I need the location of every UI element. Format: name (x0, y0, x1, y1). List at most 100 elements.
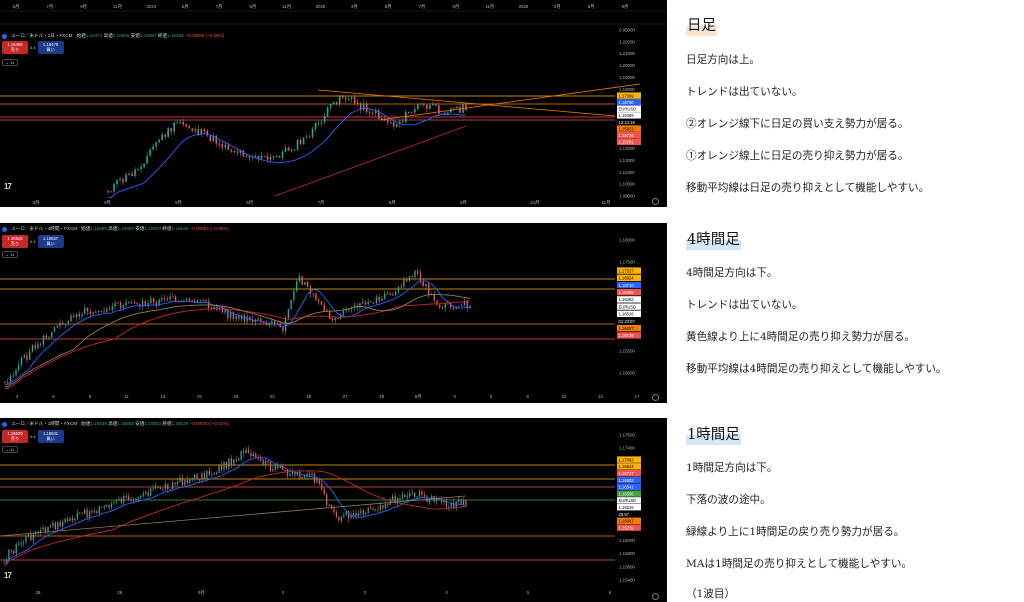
time-axis-label: 29 (379, 394, 384, 399)
candle-body (384, 293, 386, 299)
price-tag-label: 1.15729 (619, 333, 635, 338)
candle-body (345, 511, 347, 515)
h4-chart-canvas[interactable]: 1.180001.175001.170001.165001.160001.155… (0, 223, 667, 403)
candle-body (202, 299, 204, 301)
h1-chart-title[interactable]: ユーロ／米ドル・1時間・FXCM (11, 421, 77, 427)
candle-body (233, 459, 235, 466)
candle-body (439, 304, 441, 308)
candle-body (314, 122, 317, 129)
candle-body (416, 496, 418, 498)
candle-body (247, 449, 250, 453)
candle-body (130, 499, 132, 501)
candle-body (47, 527, 49, 533)
candle-body (211, 474, 213, 476)
h1-buy-button[interactable]: 1.16541 買い (37, 430, 64, 443)
candle-body (174, 296, 177, 302)
candle-body (107, 191, 109, 193)
candle-body (100, 311, 103, 313)
candle-body (79, 512, 81, 514)
price-tag-label: 1.15823 (619, 126, 635, 131)
candle-body (389, 293, 391, 295)
price-axis-label: 1.20000 (619, 63, 635, 68)
candle-body (224, 144, 227, 148)
time-axis-label: 13 (160, 394, 165, 399)
daily-sell-button[interactable]: 1.16459 売り (2, 41, 28, 54)
price-axis-label: 1.17400 (619, 446, 635, 451)
candle-body (206, 470, 208, 480)
candle-body (289, 474, 291, 476)
h1-analysis-line: 1時間足方向は下。 (686, 462, 778, 474)
candle-body (378, 296, 380, 302)
candle-body (209, 135, 212, 142)
price-tag-label: 25:57 (619, 512, 630, 517)
candle-body (311, 128, 314, 138)
candle-body (328, 505, 330, 507)
candle-body (296, 139, 299, 150)
h4-spread: 0.4 (30, 239, 36, 244)
candle-body (103, 311, 105, 313)
gear-icon[interactable] (652, 394, 659, 401)
candle-body (119, 302, 122, 308)
price-axis-label: 1.10000 (619, 182, 635, 187)
candle-body (426, 105, 428, 109)
time-axis-label: 3 (364, 590, 367, 595)
candle-body (321, 483, 323, 489)
gear-icon[interactable] (652, 593, 659, 600)
candle-body (116, 180, 118, 184)
daily-trade-buttons: 1.16459 売り 0.4 1.16479 買い (2, 41, 64, 54)
candle-body (223, 462, 225, 470)
price-tag-label: 1.17099 (619, 93, 635, 98)
candle-body (49, 526, 52, 528)
h4-sell-button[interactable]: 1.16526 売り (2, 235, 28, 248)
time-axis-label: 5 (527, 590, 530, 595)
candle-body (122, 179, 124, 182)
candle-body (400, 286, 402, 288)
symbol-flag-icon (2, 33, 7, 39)
daily-indicator-collapse-button[interactable]: ⌄ 11 (2, 59, 18, 66)
daily-buy-button[interactable]: 1.16479 買い (37, 41, 64, 54)
candle-body (181, 478, 184, 486)
candle-body (152, 488, 154, 490)
h4-indicator-collapse-button[interactable]: ⌄ 11 (2, 251, 18, 258)
h4-chart-panel[interactable]: 1.180001.175001.170001.165001.160001.155… (0, 223, 667, 403)
time-axis-label: 11月 (602, 200, 611, 206)
daily-chart-panel[interactable]: 0.95000 1.22000 1.21000 1.20000 1.19000 1.180… (0, 0, 667, 207)
candle-body (425, 283, 427, 287)
top-time-axis-label: 7月 (419, 4, 426, 10)
h1-chart-panel[interactable]: 1.176001.174001.172001.170001.168001.166… (0, 418, 667, 602)
daily-analysis-line: トレンドは出ていない。 (686, 86, 803, 98)
h1-analysis-line: 下落の波の途中。 (686, 494, 771, 506)
h4-buy-button[interactable]: 1.16537 買い (37, 235, 64, 248)
candle-body (386, 293, 389, 295)
candle-body (179, 121, 182, 123)
candle-body (97, 311, 100, 313)
h1-chart-canvas[interactable]: 1.176001.174001.172001.170001.168001.166… (0, 418, 667, 602)
candle-body (70, 315, 72, 322)
candle-body (338, 96, 341, 105)
candle-body (298, 276, 301, 282)
candle-body (356, 103, 359, 105)
price-tag-label: 1.17537 (619, 268, 635, 273)
daily-chart-title[interactable]: ユーロ／米ドル・1日・FXCM (11, 33, 73, 39)
gear-icon[interactable] (652, 198, 659, 205)
candle-body (370, 301, 372, 303)
candle-body (372, 508, 374, 510)
candle-body (320, 301, 323, 305)
h4-chart-title[interactable]: ユーロ／米ドル・4時間・FXCM (11, 226, 77, 232)
price-tag-label: 1.16087 (619, 519, 635, 524)
price-axis-label: 1.19000 (619, 75, 635, 80)
candle-body (317, 299, 320, 302)
h1-sell-button[interactable]: 1.16529 売り (2, 430, 28, 443)
candle-body (323, 488, 325, 495)
candle-body (420, 103, 422, 105)
candle-body (157, 486, 159, 488)
candle-body (308, 473, 311, 476)
time-axis-label: 25 (306, 394, 311, 399)
h1-indicator-collapse-button[interactable]: ⌄ 11 (2, 446, 18, 453)
candle-body (196, 474, 198, 480)
moving-average-line (4, 293, 471, 388)
candle-body (316, 479, 318, 483)
candle-body (360, 510, 362, 514)
h1-analysis-line: （1波目） (686, 588, 736, 600)
candle-body (368, 111, 371, 113)
